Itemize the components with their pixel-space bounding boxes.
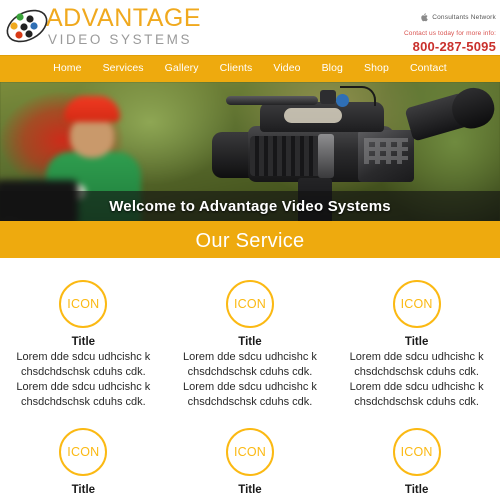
camera-microphone — [226, 96, 318, 105]
logo-title: ADVANTAGE — [46, 3, 201, 32]
nav-item-gallery[interactable]: Gallery — [165, 62, 199, 74]
service-icon-label: ICON — [67, 297, 100, 311]
nav-item-services[interactable]: Services — [103, 62, 144, 74]
camera-lens-ring — [318, 134, 334, 178]
camera-cable — [340, 86, 376, 106]
nav-item-shop[interactable]: Shop — [364, 62, 389, 74]
service-icon-label: ICON — [233, 297, 267, 311]
camera-lens — [250, 136, 326, 176]
camera-control-buttons — [364, 138, 408, 164]
services-grid: ICON Title Lorem dde sdcu udhcishc k chs… — [0, 258, 500, 500]
camera-mic-mount — [320, 90, 336, 104]
service-icon-circle[interactable]: ICON — [392, 280, 441, 328]
nav-item-contact[interactable]: Contact — [410, 62, 447, 74]
service-icon-label: ICON — [233, 445, 267, 459]
service-description: Lorem dde sdcu udhcishc k chsdchdschsk c… — [349, 351, 484, 408]
service-icon-circle[interactable]: ICON — [59, 428, 108, 476]
section-title-bar: Our Service — [0, 224, 500, 258]
main-navigation: Home Services Gallery Clients Video Blog… — [0, 55, 500, 79]
site-header: ADVANTAGE VIDEO SYSTEMS Consultants Netw… — [0, 0, 500, 55]
service-description: Lorem dde sdcu udhcishc k chsdchdschsk c… — [16, 351, 151, 408]
service-icon-label: ICON — [400, 297, 433, 311]
service-card[interactable]: ICON Title Lorem dde sdcu udhcishc k chs… — [333, 280, 500, 410]
site-logo[interactable]: ADVANTAGE VIDEO SYSTEMS — [4, 4, 201, 48]
contact-tagline: Contact us today for more info: — [404, 30, 496, 37]
service-icon-label: ICON — [400, 445, 433, 459]
nav-item-blog[interactable]: Blog — [322, 62, 343, 74]
service-card[interactable]: ICON Title Lorem dde sdcu udhcishc k chs… — [167, 280, 334, 410]
service-title: Title — [71, 336, 96, 348]
service-title: Title — [404, 336, 429, 348]
camera-handle-grip — [284, 108, 342, 123]
service-card[interactable]: ICON Title Lorem dde sdcu udhcishc k chs… — [167, 428, 334, 500]
hero-caption-text: Welcome to Advantage Video Systems — [109, 197, 391, 215]
header-contact-block: Consultants Network Contact us today for… — [404, 8, 496, 55]
service-icon-label: ICON — [67, 445, 100, 459]
nav-item-clients[interactable]: Clients — [220, 62, 253, 74]
cameraman-red-cap — [64, 96, 120, 122]
hero-banner: Welcome to Advantage Video Systems — [0, 79, 500, 224]
logo-text: ADVANTAGE VIDEO SYSTEMS — [46, 5, 201, 48]
service-description: Lorem dde sdcu udhcishc k chsdchdschsk c… — [183, 351, 317, 408]
service-card[interactable]: ICON Title Lorem dde sdcu udhcishc k chs… — [0, 428, 167, 500]
apple-logo-icon — [421, 8, 428, 28]
cameraman-face — [70, 118, 114, 158]
service-title: Title — [404, 484, 429, 496]
hero-caption-bar: Welcome to Advantage Video Systems — [0, 191, 500, 221]
service-icon-circle[interactable]: ICON — [392, 428, 441, 476]
section-title: Our Service — [195, 229, 305, 252]
service-card[interactable]: ICON Title Lorem dde sdcu udhcishc k chs… — [333, 428, 500, 500]
colored-dots-swoosh-logo-icon — [4, 4, 50, 48]
service-icon-circle[interactable]: ICON — [225, 428, 274, 476]
phone-number[interactable]: 800-287-5095 — [404, 39, 496, 55]
service-icon-circle[interactable]: ICON — [59, 280, 108, 328]
nav-item-home[interactable]: Home — [53, 62, 81, 74]
service-title: Title — [238, 484, 262, 496]
service-title: Title — [71, 484, 96, 496]
service-icon-circle[interactable]: ICON — [225, 280, 274, 328]
nav-item-video[interactable]: Video — [273, 62, 300, 74]
page-root: ADVANTAGE VIDEO SYSTEMS Consultants Netw… — [0, 0, 500, 500]
service-title: Title — [238, 336, 262, 348]
consultants-network-label: Consultants Network — [432, 13, 496, 21]
consultants-network-row: Consultants Network — [404, 8, 496, 28]
service-card[interactable]: ICON Title Lorem dde sdcu udhcishc k chs… — [0, 280, 167, 410]
services-row-2: ICON Title Lorem dde sdcu udhcishc k chs… — [0, 428, 500, 500]
logo-subtitle: VIDEO SYSTEMS — [48, 31, 193, 47]
services-row-1: ICON Title Lorem dde sdcu udhcishc k chs… — [0, 280, 500, 410]
